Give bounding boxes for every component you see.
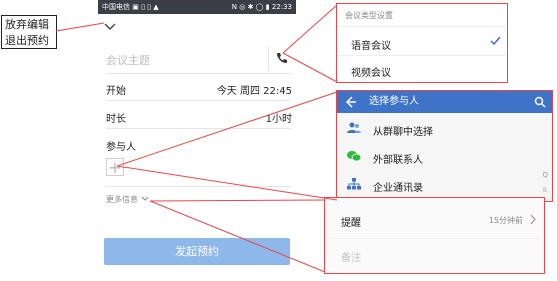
index-letter[interactable]: Q <box>542 171 548 179</box>
option-label: 语音会议 <box>351 41 391 52</box>
phone-icon[interactable] <box>274 50 290 66</box>
participants-header: 选择参与人 <box>337 91 552 113</box>
meeting-type-title: 会议类型设置 <box>345 11 393 20</box>
more-info-label: 更多信息 <box>106 195 138 204</box>
duration-value: 1小时 <box>265 114 292 125</box>
check-icon <box>490 36 501 49</box>
divider <box>106 73 292 74</box>
callout-line2: 退出预约 <box>5 34 49 47</box>
option-voice-meeting[interactable]: 语音会议 <box>351 36 507 52</box>
divider <box>106 128 292 129</box>
people-icon <box>347 122 361 137</box>
list-item-org-directory[interactable]: 企业通讯录 <box>347 178 527 194</box>
chevron-right-icon <box>530 214 537 228</box>
reminder-row[interactable]: 提醒 15分钟前 <box>341 214 539 229</box>
index-letter[interactable]: B <box>543 187 547 194</box>
chevron-down-icon <box>141 195 149 204</box>
more-info-toggle[interactable]: 更多信息 <box>106 194 288 205</box>
participants-title: 选择参与人 <box>369 96 419 107</box>
duration-label: 时长 <box>106 114 126 125</box>
start-label: 开始 <box>106 86 126 97</box>
status-carrier: 中国电信 ▣ ▯ ▯ ▲ <box>102 3 159 11</box>
list-item-label: 外部联系人 <box>373 155 423 166</box>
reminder-label: 提醒 <box>341 218 361 229</box>
callout-label: 放弃编辑 退出预约 <box>1 15 57 49</box>
participants-panel: 选择参与人 从群聊中选择 外部联系人 企业通讯录 Q B <box>336 90 553 202</box>
option-video-meeting[interactable]: 视频会议 <box>351 64 391 79</box>
divider <box>268 47 269 71</box>
arrow-left-icon[interactable] <box>345 91 357 122</box>
chevron-down-icon[interactable] <box>103 18 117 30</box>
search-icon[interactable] <box>534 91 546 122</box>
reminder-panel: 提醒 15分钟前 备注 <box>324 197 545 274</box>
start-value: 今天 周四 22:45 <box>216 86 292 97</box>
add-participant-button[interactable]: + <box>106 158 124 176</box>
status-bar: 中国电信 ▣ ▯ ▯ ▲ N ◎ ✱ ◯ ▮ 22:33 <box>98 0 296 14</box>
callout-line1: 放弃编辑 <box>5 18 49 31</box>
submit-button[interactable]: 发起预约 <box>104 238 290 265</box>
notes-input[interactable]: 备注 <box>341 249 361 264</box>
start-row[interactable]: 开始 今天 周四 22:45 <box>106 82 292 97</box>
divider <box>106 186 292 187</box>
topic-input[interactable]: 会议主题 <box>106 52 288 68</box>
participants-label: 参与人 <box>106 142 136 153</box>
list-item-group-chat[interactable]: 从群聊中选择 <box>347 122 527 138</box>
list-item-label: 从群聊中选择 <box>373 127 433 138</box>
meeting-type-panel: 会议类型设置 语音会议 视频会议 <box>336 3 508 83</box>
divider <box>337 26 507 27</box>
org-chart-icon <box>347 178 361 193</box>
list-item-label: 企业通讯录 <box>373 183 423 194</box>
divider <box>337 55 507 56</box>
divider <box>106 100 292 101</box>
reminder-value: 15分钟前 <box>488 216 523 225</box>
duration-row[interactable]: 时长 1小时 <box>106 110 292 125</box>
phone-screen: 中国电信 ▣ ▯ ▯ ▲ N ◎ ✱ ◯ ▮ 22:33 会议主题 开始 今天 … <box>98 0 296 281</box>
status-right: N ◎ ✱ ◯ ▮ 22:33 <box>231 3 292 11</box>
list-item-external-contacts[interactable]: 外部联系人 <box>347 151 527 166</box>
wechat-icon <box>347 150 362 165</box>
divider <box>333 238 538 239</box>
